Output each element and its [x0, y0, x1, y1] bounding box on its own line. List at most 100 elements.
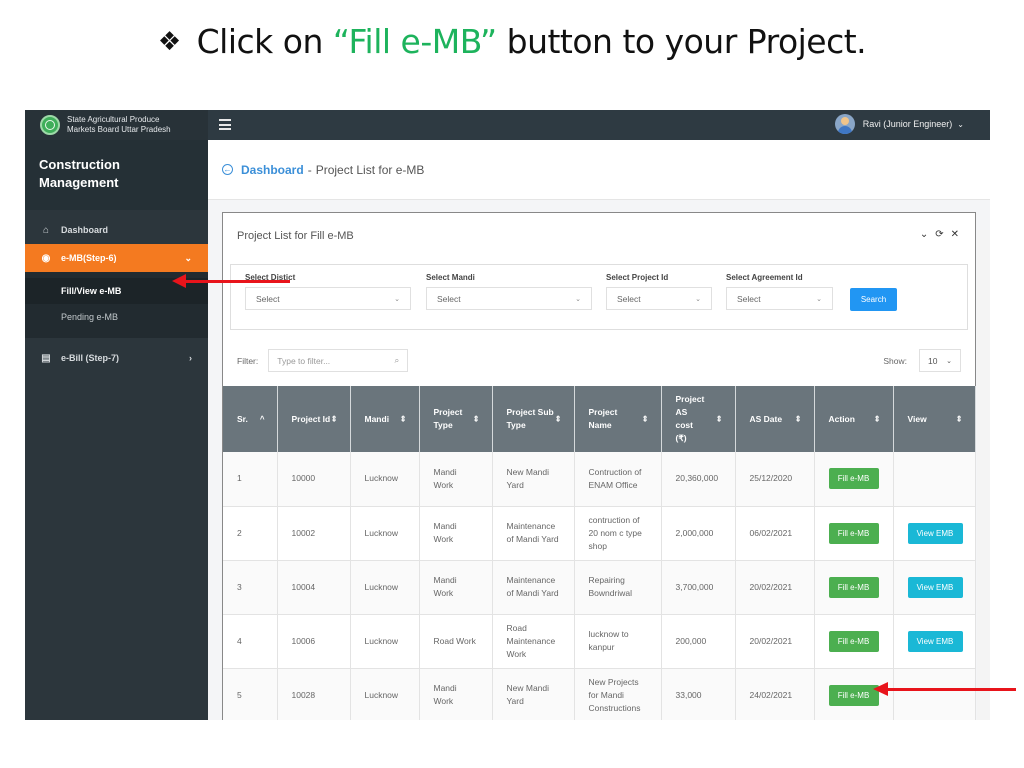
cell-cost: 3,700,000 — [661, 560, 736, 615]
sort-icon[interactable]: ⇕ — [716, 413, 723, 426]
cell-sub-type: Maintenance of Mandi Yard — [492, 506, 575, 561]
cell-text: New Mandi Yard — [506, 683, 550, 706]
mandi-select-value: Select — [437, 293, 461, 304]
column-header-label: Action — [828, 413, 855, 424]
column-header-label: Mandi — [364, 413, 390, 424]
cell-text: Maintenance of Mandi Yard — [506, 575, 559, 598]
column-header-sr[interactable]: Sr. ^ — [223, 386, 278, 452]
page-size-value: 10 — [928, 355, 938, 366]
back-arrow-icon[interactable]: ← — [222, 164, 233, 175]
column-header-project-type[interactable]: Project Type ⇕ — [419, 386, 493, 452]
collapse-icon[interactable]: ⌄ — [920, 229, 928, 240]
title-suffix: button to your Project. — [496, 22, 867, 61]
main-content: ← Dashboard - Project List for e-MB Proj… — [208, 140, 990, 720]
page-size-select[interactable]: 10 ⌄ — [919, 349, 961, 372]
sidebar-item-label: e-Bill (Step-7) — [61, 353, 120, 363]
cell-sub-type: Maintenance of Mandi Yard — [492, 560, 575, 615]
mandi-select[interactable]: Select ⌄ — [426, 287, 592, 310]
fill-emb-button[interactable]: Fill e-MB — [828, 684, 879, 706]
cell-text: Lucknow — [364, 527, 399, 538]
fill-emb-button[interactable]: Fill e-MB — [828, 576, 879, 598]
column-header-mandi[interactable]: Mandi ⇕ — [350, 386, 420, 452]
cell-project-id: 10000 — [277, 452, 351, 507]
column-header-label: Project Type — [433, 407, 463, 430]
cell-view: View EMB — [893, 614, 976, 669]
title-prefix: Click on — [196, 22, 333, 61]
filter-input[interactable]: Type to filter... ⌕ — [268, 349, 409, 372]
user-name: Ravi (Junior Engineer) — [862, 119, 953, 129]
view-emb-button[interactable]: View EMB — [907, 576, 963, 598]
cell-type: Mandi Work — [419, 452, 493, 507]
sort-icon[interactable]: ⇕ — [555, 413, 562, 426]
sort-icon[interactable]: ⇕ — [642, 413, 649, 426]
clipboard-icon: ▤ — [41, 352, 51, 364]
chevron-down-icon: ⌄ — [957, 119, 964, 129]
fill-emb-button[interactable]: Fill e-MB — [828, 522, 879, 544]
cell-type: Mandi Work — [419, 506, 493, 561]
sort-icon[interactable]: ⇕ — [331, 413, 338, 426]
cell-text: 10006 — [291, 635, 316, 646]
cell-sr: 2 — [223, 506, 278, 561]
sidebar-title-line-2: Management — [39, 175, 119, 190]
cell-text: 2,000,000 — [675, 527, 714, 538]
annotation-arrowhead-sidebar-icon — [172, 274, 186, 288]
column-header-project-sub-type[interactable]: Project Sub Type ⇕ — [492, 386, 575, 452]
project-id-select[interactable]: Select ⌄ — [606, 287, 712, 310]
sidebar-item-emb-step-6[interactable]: ◉ e-MB(Step-6) ⌄ — [25, 244, 208, 272]
title-highlight: “Fill e-MB” — [332, 22, 497, 61]
chevron-down-icon: ⌄ — [575, 295, 581, 303]
fill-emb-button[interactable]: Fill e-MB — [828, 468, 879, 490]
cell-sub-type: New Mandi Yard — [492, 452, 575, 507]
cell-project-id: 10028 — [277, 668, 351, 720]
column-header-label: Project Name — [588, 407, 618, 430]
view-emb-button[interactable]: View EMB — [907, 630, 963, 652]
table-row: 3 10004 Lucknow Mandi Work Maintenance of Ma… — [223, 560, 976, 615]
fill-emb-button[interactable]: Fill e-MB — [828, 630, 879, 652]
cell-text: 1 — [237, 473, 242, 484]
table-row: 4 10006 Lucknow Road Work Road Maintenance W… — [223, 614, 976, 669]
sort-icon[interactable]: ⇕ — [874, 413, 881, 426]
breadcrumb-dashboard-link[interactable]: Dashboard — [241, 163, 304, 177]
user-menu[interactable]: Ravi (Junior Engineer) ⌄ — [834, 114, 964, 134]
cell-text: 5 — [237, 689, 242, 700]
table-body: 1 10000 Lucknow Mandi Work New Mandi Yard Con… — [223, 452, 976, 720]
agreement-id-select[interactable]: Select ⌄ — [726, 287, 833, 310]
cell-text: New Projects for Mandi Constructions — [588, 676, 641, 713]
sort-icon[interactable]: ⇕ — [795, 413, 802, 426]
sort-ascending-icon[interactable]: ^ — [260, 413, 265, 426]
view-emb-button[interactable]: View EMB — [907, 522, 963, 544]
cell-mandi: Lucknow — [350, 506, 420, 561]
sidebar-subitem-pending-emb[interactable]: Pending e-MB — [25, 304, 208, 330]
brand[interactable]: State Agricultural Produce Markets Board… — [25, 110, 208, 140]
sidebar-item-ebill-step-7[interactable]: ▤ e-Bill (Step-7) › — [25, 344, 208, 372]
refresh-icon[interactable]: ⟳ — [935, 229, 943, 240]
slide-title: ❖ Click on “Fill e-MB” button to your Pro… — [0, 22, 1024, 61]
column-header-view[interactable]: View ⇕ — [893, 386, 976, 452]
agreement-id-label: Select Agreement Id — [726, 273, 803, 282]
sort-icon[interactable]: ⇕ — [400, 413, 407, 426]
search-button[interactable]: Search — [850, 288, 897, 311]
sort-icon[interactable]: ⇕ — [473, 413, 480, 426]
sidebar-item-dashboard[interactable]: ⌂ Dashboard — [25, 216, 208, 244]
cell-mandi: Lucknow — [350, 614, 420, 669]
district-select[interactable]: Select ⌄ — [245, 287, 411, 310]
column-header-project-as-cost[interactable]: Project AS cost (₹) ⇕ — [661, 386, 736, 452]
column-header-label: Project Id — [291, 413, 331, 424]
breadcrumb-separator: - — [307, 162, 312, 177]
cell-text: Repairing Bowndriwal — [588, 575, 632, 598]
project-id-filter: Select Project Id Select ⌄ — [606, 273, 712, 310]
cell-action: Fill e-MB — [814, 614, 894, 669]
show-label: Show: — [883, 355, 907, 366]
column-header-project-name[interactable]: Project Name ⇕ — [574, 386, 662, 452]
close-icon[interactable]: ✕ — [951, 229, 959, 240]
cell-date: 20/02/2021 — [735, 614, 815, 669]
sort-icon[interactable]: ⇕ — [956, 413, 963, 426]
column-header-as-date[interactable]: AS Date ⇕ — [735, 386, 815, 452]
column-header-project-id[interactable]: Project Id ⇕ — [277, 386, 351, 452]
hamburger-menu-icon[interactable] — [219, 119, 231, 130]
cell-project-id: 10004 — [277, 560, 351, 615]
column-header-action[interactable]: Action ⇕ — [814, 386, 894, 452]
table-row: 2 10002 Lucknow Mandi Work Maintenance of Ma… — [223, 506, 976, 561]
cell-text: Mandi Work — [433, 521, 457, 544]
cell-mandi: Lucknow — [350, 668, 420, 720]
